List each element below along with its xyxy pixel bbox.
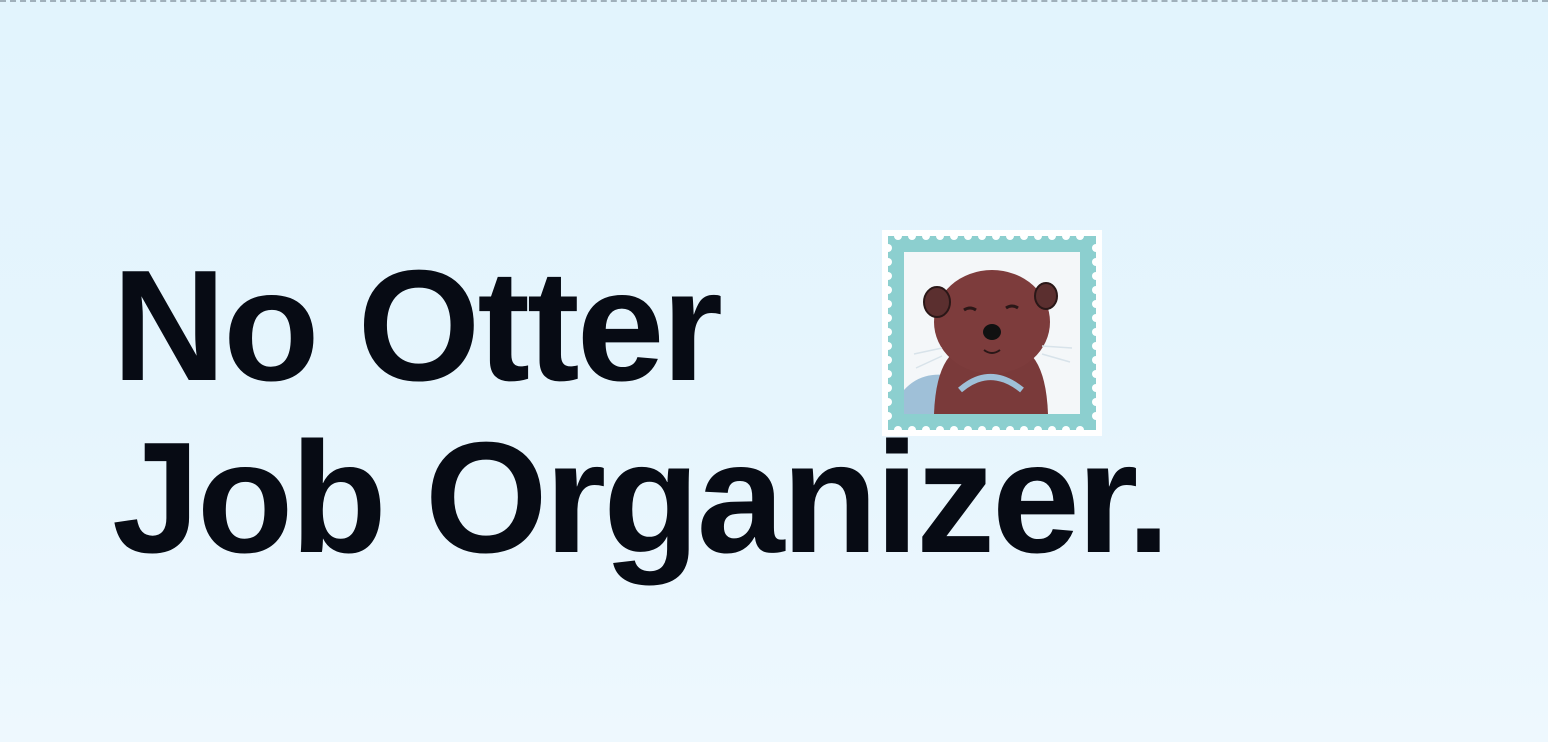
otter-stamp-icon [882,230,1102,436]
top-divider [0,0,1548,2]
hero-headline: No Otter Job Organizer. [112,240,1432,584]
headline-line-1: No Otter [112,238,723,414]
hero-section: No Otter Job Organizer. [112,230,1432,584]
headline-line-2: Job Organizer. [112,410,1171,586]
